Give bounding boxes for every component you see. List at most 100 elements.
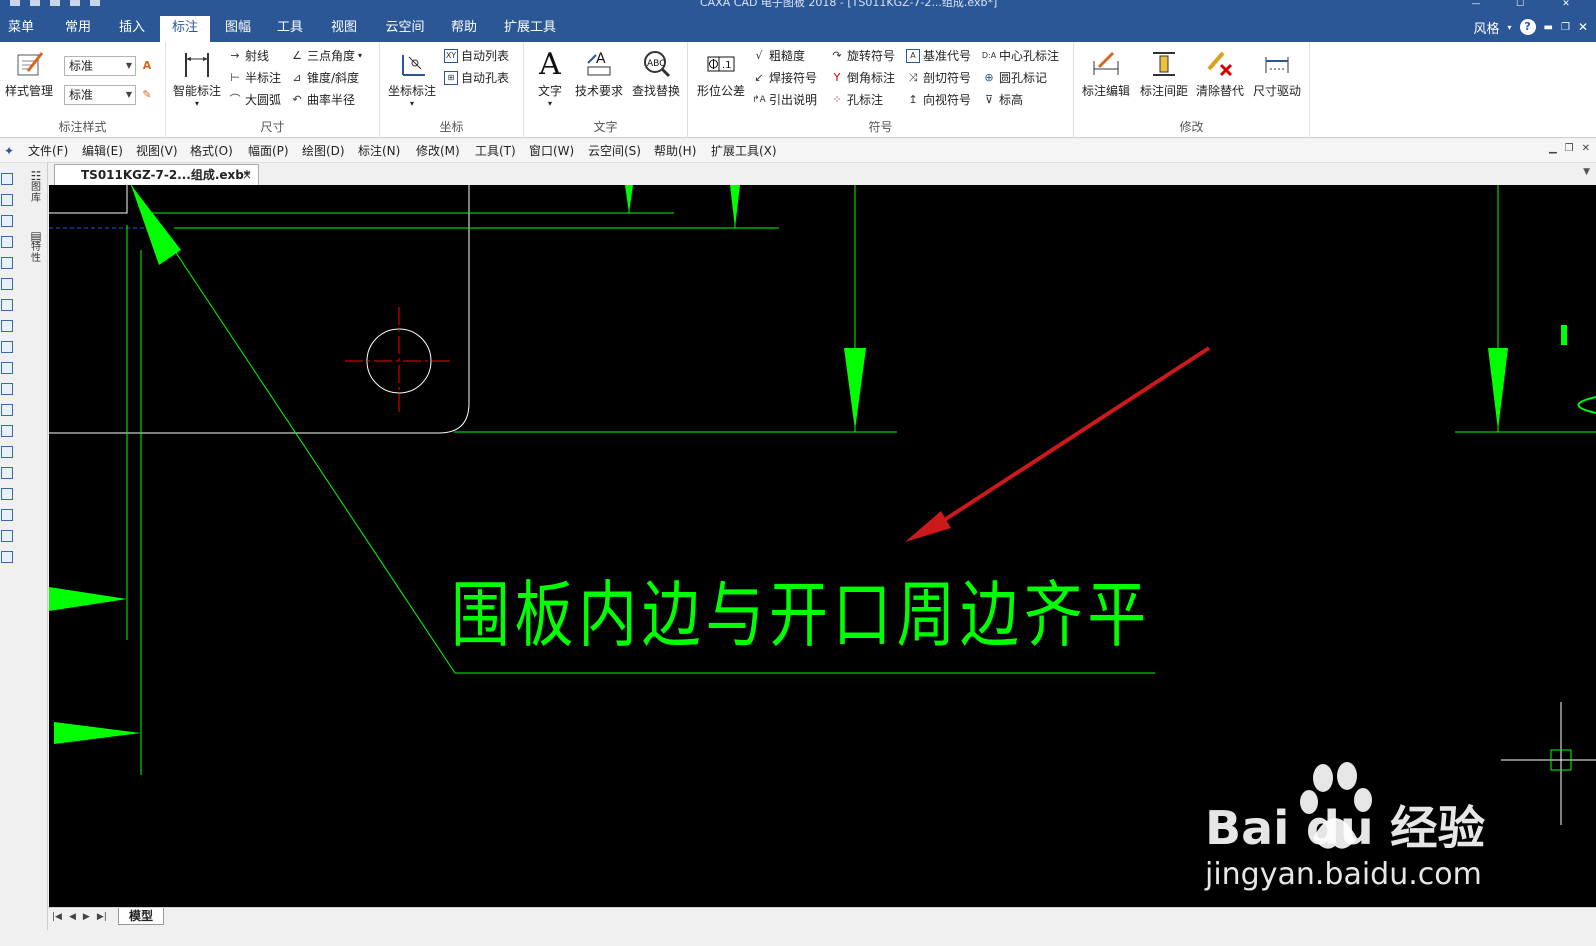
document-tab[interactable]: TS011KGZ-7-2...组成.exb* × <box>54 164 259 185</box>
dimension-drive-button[interactable]: 尺寸驱动 <box>1248 48 1306 99</box>
dimension-spacing-button[interactable]: 标注间距 <box>1136 48 1192 99</box>
curvature-radius-button[interactable]: ↶ 曲率半径 <box>290 90 355 110</box>
smart-dimension-button[interactable]: 智能标注 ▾ <box>170 48 224 108</box>
menu-window[interactable]: 窗口(W) <box>529 139 574 163</box>
open-icon[interactable] <box>30 0 40 6</box>
circle-hole-mark-button[interactable]: ⊕ 圆孔标记 <box>982 68 1047 88</box>
tab-view[interactable]: 视图 <box>322 16 366 42</box>
menu-help[interactable]: 帮助(H) <box>654 139 696 163</box>
three-point-angle-button[interactable]: ∠ 三点角度 ▾ <box>290 46 362 66</box>
tab-cloud[interactable]: 云空间 <box>378 16 432 42</box>
rotate-tool-icon[interactable] <box>1 236 13 248</box>
app-logo-icon[interactable]: ✦ <box>4 139 14 163</box>
side-tab-library[interactable]: ☷ 图库 <box>28 170 44 204</box>
menu-edit[interactable]: 编辑(E) <box>82 139 123 163</box>
menu-extensions[interactable]: 扩展工具(X) <box>711 139 777 163</box>
dimension-edit-button[interactable]: 标注编辑 <box>1078 48 1134 99</box>
hole-dimension-button[interactable]: ⁘ 孔标注 <box>830 90 883 110</box>
dimension-style-button[interactable]: ✎ <box>140 85 154 105</box>
restore-icon[interactable]: ❐ <box>1561 22 1570 33</box>
menu-tools[interactable]: 工具(T) <box>475 139 516 163</box>
window-minimize-icon[interactable]: — <box>1456 0 1496 10</box>
prev-layout-icon[interactable]: ◀ <box>69 912 76 922</box>
circle-tool-icon[interactable] <box>1 425 13 437</box>
style-label[interactable]: 风格 <box>1473 18 1499 37</box>
help-icon[interactable]: ? <box>1519 19 1536 35</box>
tab-help[interactable]: 帮助 <box>442 16 486 42</box>
text-tool-icon[interactable] <box>1 551 13 563</box>
move-tool-icon[interactable] <box>1 194 13 206</box>
model-tab[interactable]: 模型 <box>118 908 165 925</box>
section-symbol-button[interactable]: ⤨ 剖切符号 <box>906 68 971 88</box>
clear-override-button[interactable]: 清除替代 <box>1192 48 1248 99</box>
minimize-ribbon-icon[interactable]: ▬ <box>1544 22 1553 33</box>
text-style-select[interactable]: 标准 ▼ <box>64 56 136 76</box>
tab-tools[interactable]: 工具 <box>268 16 312 42</box>
menu-format[interactable]: 格式(O) <box>190 139 233 163</box>
quick-access-toolbar[interactable] <box>0 0 100 8</box>
leader-note-button[interactable]: ↱A 引出说明 <box>752 90 817 110</box>
auto-hole-table-button[interactable]: ⊞ 自动孔表 <box>444 68 509 88</box>
tab-dimension[interactable]: 标注 <box>160 16 210 42</box>
dimension-tool-icon[interactable] <box>1 509 13 521</box>
large-arc-button[interactable]: ⌒ 大圆弧 <box>228 90 282 110</box>
style-manager-button[interactable]: 样式管理 <box>4 48 54 99</box>
window-maximize-icon[interactable]: ☐ <box>1500 0 1540 10</box>
offset-tool-icon[interactable] <box>1 404 13 416</box>
copy-tool-icon[interactable] <box>1 215 13 227</box>
tab-common[interactable]: 常用 <box>56 16 100 42</box>
half-dimension-button[interactable]: ⊢ 半标注 <box>228 68 281 88</box>
tab-menu[interactable]: 菜单 <box>0 16 42 42</box>
menu-file[interactable]: 文件(F) <box>28 139 68 163</box>
center-hole-dimension-button[interactable]: D:A 中心孔标注 <box>982 46 1059 66</box>
coordinate-dimension-button[interactable]: 坐标标注 ▾ <box>384 48 440 108</box>
tab-sheet[interactable]: 图幅 <box>216 16 260 42</box>
menu-cloud[interactable]: 云空间(S) <box>588 139 641 163</box>
technical-requirements-button[interactable]: A 技术要求 <box>570 48 628 99</box>
print-icon[interactable] <box>70 0 80 6</box>
dimension-style-select[interactable]: 标准 ▼ <box>64 85 136 105</box>
scale-tool-icon[interactable] <box>1 299 13 311</box>
text-button[interactable]: A 文字 ▾ <box>528 47 572 109</box>
close-icon[interactable]: × <box>242 165 252 185</box>
doc-minimize-icon[interactable]: ▁ <box>1549 143 1557 154</box>
close-icon[interactable]: ✕ <box>1578 20 1588 34</box>
annotation-text[interactable]: 围板内边与开口周边齐平 <box>451 573 1151 657</box>
taper-slope-button[interactable]: ⊿ 锥度/斜度 <box>290 68 359 88</box>
chamfer-dimension-button[interactable]: Y 倒角标注 <box>830 68 895 88</box>
menu-sheet[interactable]: 幅面(P) <box>248 139 289 163</box>
block-tool-icon[interactable] <box>1 530 13 542</box>
datum-symbol-button[interactable]: A 基准代号 <box>906 46 971 66</box>
new-icon[interactable] <box>10 0 20 6</box>
weld-symbol-button[interactable]: ↙ 焊接符号 <box>752 68 817 88</box>
menu-dimension[interactable]: 标注(N) <box>358 139 400 163</box>
undo-icon[interactable] <box>90 0 100 6</box>
array-tool-icon[interactable] <box>1 278 13 290</box>
last-layout-icon[interactable]: ▶| <box>97 912 107 922</box>
view-direction-symbol-button[interactable]: ↥ 向视符号 <box>906 90 971 110</box>
fillet-tool-icon[interactable] <box>1 446 13 458</box>
save-icon[interactable] <box>50 0 60 6</box>
mirror-tool-icon[interactable] <box>1 257 13 269</box>
drawing-canvas[interactable]: 围板内边与开口周边齐平 Bai du 经验 jingyan.baidu.com <box>49 185 1596 907</box>
doc-restore-icon[interactable]: ❐ <box>1565 143 1574 154</box>
extend-tool-icon[interactable] <box>1 362 13 374</box>
first-layout-icon[interactable]: |◀ <box>52 912 62 922</box>
side-tab-properties[interactable]: ▤ 特性 <box>28 230 44 264</box>
tab-insert[interactable]: 插入 <box>110 16 154 42</box>
menu-draw[interactable]: 绘图(D) <box>302 139 345 163</box>
elevation-button[interactable]: ⊽ 标高 <box>982 90 1023 110</box>
menu-modify[interactable]: 修改(M) <box>416 139 460 163</box>
chevron-down-icon[interactable]: ▾ <box>1508 23 1512 32</box>
text-style-button[interactable]: A <box>140 56 154 76</box>
line-tool-icon[interactable] <box>1 173 13 185</box>
trim-tool-icon[interactable] <box>1 341 13 353</box>
next-layout-icon[interactable]: ▶ <box>83 912 90 922</box>
menu-view[interactable]: 视图(V) <box>136 139 178 163</box>
chevron-down-icon[interactable]: ▼ <box>1583 167 1590 177</box>
chamfer-tool-icon[interactable] <box>1 467 13 479</box>
find-replace-button[interactable]: ABC 查找替换 <box>628 48 684 99</box>
window-close-icon[interactable]: ✕ <box>1546 0 1586 10</box>
break-tool-icon[interactable] <box>1 383 13 395</box>
doc-close-icon[interactable]: ✕ <box>1582 143 1590 154</box>
